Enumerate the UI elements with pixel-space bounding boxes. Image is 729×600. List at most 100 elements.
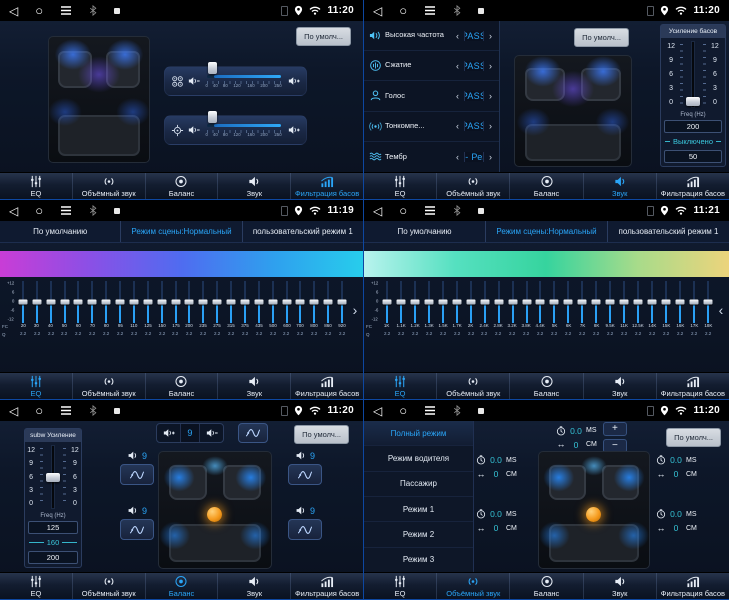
band-slider[interactable]: [286, 281, 288, 323]
band-slider[interactable]: [299, 281, 301, 323]
slider-handle[interactable]: [240, 300, 249, 305]
band-slider[interactable]: [22, 281, 24, 323]
slider-handle[interactable]: [116, 300, 125, 305]
sound-menu-row[interactable]: Сжатие ‹ PASS ›: [364, 51, 499, 81]
volume-down-button[interactable]: [200, 424, 223, 442]
band-slider[interactable]: [707, 281, 709, 323]
chevron-right-icon[interactable]: ›: [487, 121, 494, 131]
slider-handle[interactable]: [208, 62, 217, 74]
recents-icon[interactable]: [424, 205, 436, 216]
band-slider[interactable]: [202, 281, 204, 323]
slider-handle[interactable]: [282, 300, 291, 305]
increase-delay-button[interactable]: +: [603, 422, 627, 436]
slider-handle[interactable]: [410, 300, 419, 305]
sound-menu-row[interactable]: Голос ‹ PASS ›: [364, 81, 499, 111]
eq-band[interactable]: 500 2.2: [266, 281, 280, 339]
back-icon[interactable]: ◁: [373, 205, 382, 217]
slider-handle[interactable]: [662, 300, 671, 305]
eq-band[interactable]: 1.1K 2.2: [394, 281, 408, 339]
tab[interactable]: Баланс: [145, 173, 218, 199]
eq-band[interactable]: 435 2.2: [252, 281, 266, 339]
eq-band[interactable]: 20 2.2: [16, 281, 30, 339]
eq-band[interactable]: 1.7K 2.2: [450, 281, 464, 339]
eq-band[interactable]: 80 2.2: [99, 281, 113, 339]
band-slider[interactable]: [91, 281, 93, 323]
slider-handle[interactable]: [592, 300, 601, 305]
band-slider[interactable]: [327, 281, 329, 323]
tab[interactable]: Звук: [583, 173, 656, 199]
band-slider[interactable]: [553, 281, 555, 323]
filter-frequency-slider[interactable]: 04080120160200250: [204, 116, 284, 144]
eq-mode[interactable]: пользовательский режим 1: [242, 221, 363, 242]
slider-handle[interactable]: [199, 300, 208, 305]
slider-handle[interactable]: [396, 300, 405, 305]
sound-menu-row[interactable]: Тембр ‹ бр - Резки ›: [364, 142, 499, 172]
band-slider[interactable]: [609, 281, 611, 323]
freq-option[interactable]: 200: [664, 120, 722, 133]
band-slider[interactable]: [651, 281, 653, 323]
eq-band[interactable]: 7K 2.2: [575, 281, 589, 339]
phase-curve-button[interactable]: [120, 519, 154, 540]
chevron-right-icon[interactable]: ›: [487, 31, 494, 41]
band-slider[interactable]: [526, 281, 528, 323]
default-button[interactable]: По умолч...: [296, 27, 351, 46]
eq-band[interactable]: 16K 2.2: [673, 281, 687, 339]
volume-down-icon[interactable]: [188, 75, 200, 87]
freq-option[interactable]: 200: [28, 551, 78, 564]
slider-handle[interactable]: [536, 300, 545, 305]
slider-handle[interactable]: [480, 300, 489, 305]
tab[interactable]: Фильтрация басов: [656, 573, 729, 599]
slider-handle[interactable]: [129, 300, 138, 305]
tab[interactable]: Звук: [217, 173, 290, 199]
eq-band[interactable]: 110 2.2: [127, 281, 141, 339]
band-slider[interactable]: [428, 281, 430, 323]
slider-handle[interactable]: [32, 300, 41, 305]
phase-curve-button[interactable]: [288, 519, 322, 540]
back-icon[interactable]: ◁: [9, 405, 18, 417]
slider-handle[interactable]: [171, 300, 180, 305]
sound-menu-row[interactable]: Высокая частота ‹ PASS ›: [364, 21, 499, 51]
slider-handle[interactable]: [382, 300, 391, 305]
freq-option[interactable]: Выключено: [664, 135, 722, 148]
slider-handle[interactable]: [703, 300, 712, 305]
slider-handle[interactable]: [185, 300, 194, 305]
surround-mode-item[interactable]: Режим 2: [364, 522, 473, 547]
tab[interactable]: Фильтрация басов: [290, 173, 363, 199]
home-icon[interactable]: ○: [35, 204, 43, 217]
tab[interactable]: Баланс: [145, 373, 218, 399]
eq-band[interactable]: 9.5K 2.2: [603, 281, 617, 339]
band-slider[interactable]: [414, 281, 416, 323]
slider-handle[interactable]: [60, 300, 69, 305]
eq-band[interactable]: 1K 2.2: [380, 281, 394, 339]
prev-page-arrow[interactable]: ‹: [715, 281, 727, 339]
slider-handle[interactable]: [208, 111, 217, 123]
filter-frequency-slider[interactable]: 04080120160200250: [204, 67, 284, 95]
slider-handle[interactable]: [494, 300, 503, 305]
tab[interactable]: Баланс: [509, 373, 582, 399]
default-button[interactable]: По умолч...: [294, 425, 349, 444]
slider-handle[interactable]: [143, 300, 152, 305]
tab[interactable]: Баланс: [509, 173, 582, 199]
phase-curve-button[interactable]: [120, 464, 154, 485]
band-slider[interactable]: [188, 281, 190, 323]
chevron-left-icon[interactable]: ‹: [454, 121, 461, 131]
eq-mode[interactable]: Режим сцены:Нормальный: [120, 221, 241, 242]
slider-handle[interactable]: [268, 300, 277, 305]
tab[interactable]: Звук: [217, 573, 290, 599]
eq-band[interactable]: 860 2.2: [321, 281, 335, 339]
band-slider[interactable]: [105, 281, 107, 323]
eq-band[interactable]: 375 2.2: [238, 281, 252, 339]
eq-mode[interactable]: По умолчанию: [364, 221, 485, 242]
eq-band[interactable]: 18K 2.2: [701, 281, 715, 339]
eq-band[interactable]: 40 2.2: [44, 281, 58, 339]
band-slider[interactable]: [637, 281, 639, 323]
slider-handle[interactable]: [675, 300, 684, 305]
eq-band[interactable]: 50 2.2: [58, 281, 72, 339]
eq-band[interactable]: 1.2K 2.2: [408, 281, 422, 339]
next-page-arrow[interactable]: ›: [349, 281, 361, 339]
tab[interactable]: Объёмный звук: [72, 173, 145, 199]
eq-band[interactable]: 2.4K 2.2: [478, 281, 492, 339]
eq-band[interactable]: 700 2.2: [294, 281, 308, 339]
tab[interactable]: Фильтрация басов: [290, 573, 363, 599]
band-slider[interactable]: [567, 281, 569, 323]
